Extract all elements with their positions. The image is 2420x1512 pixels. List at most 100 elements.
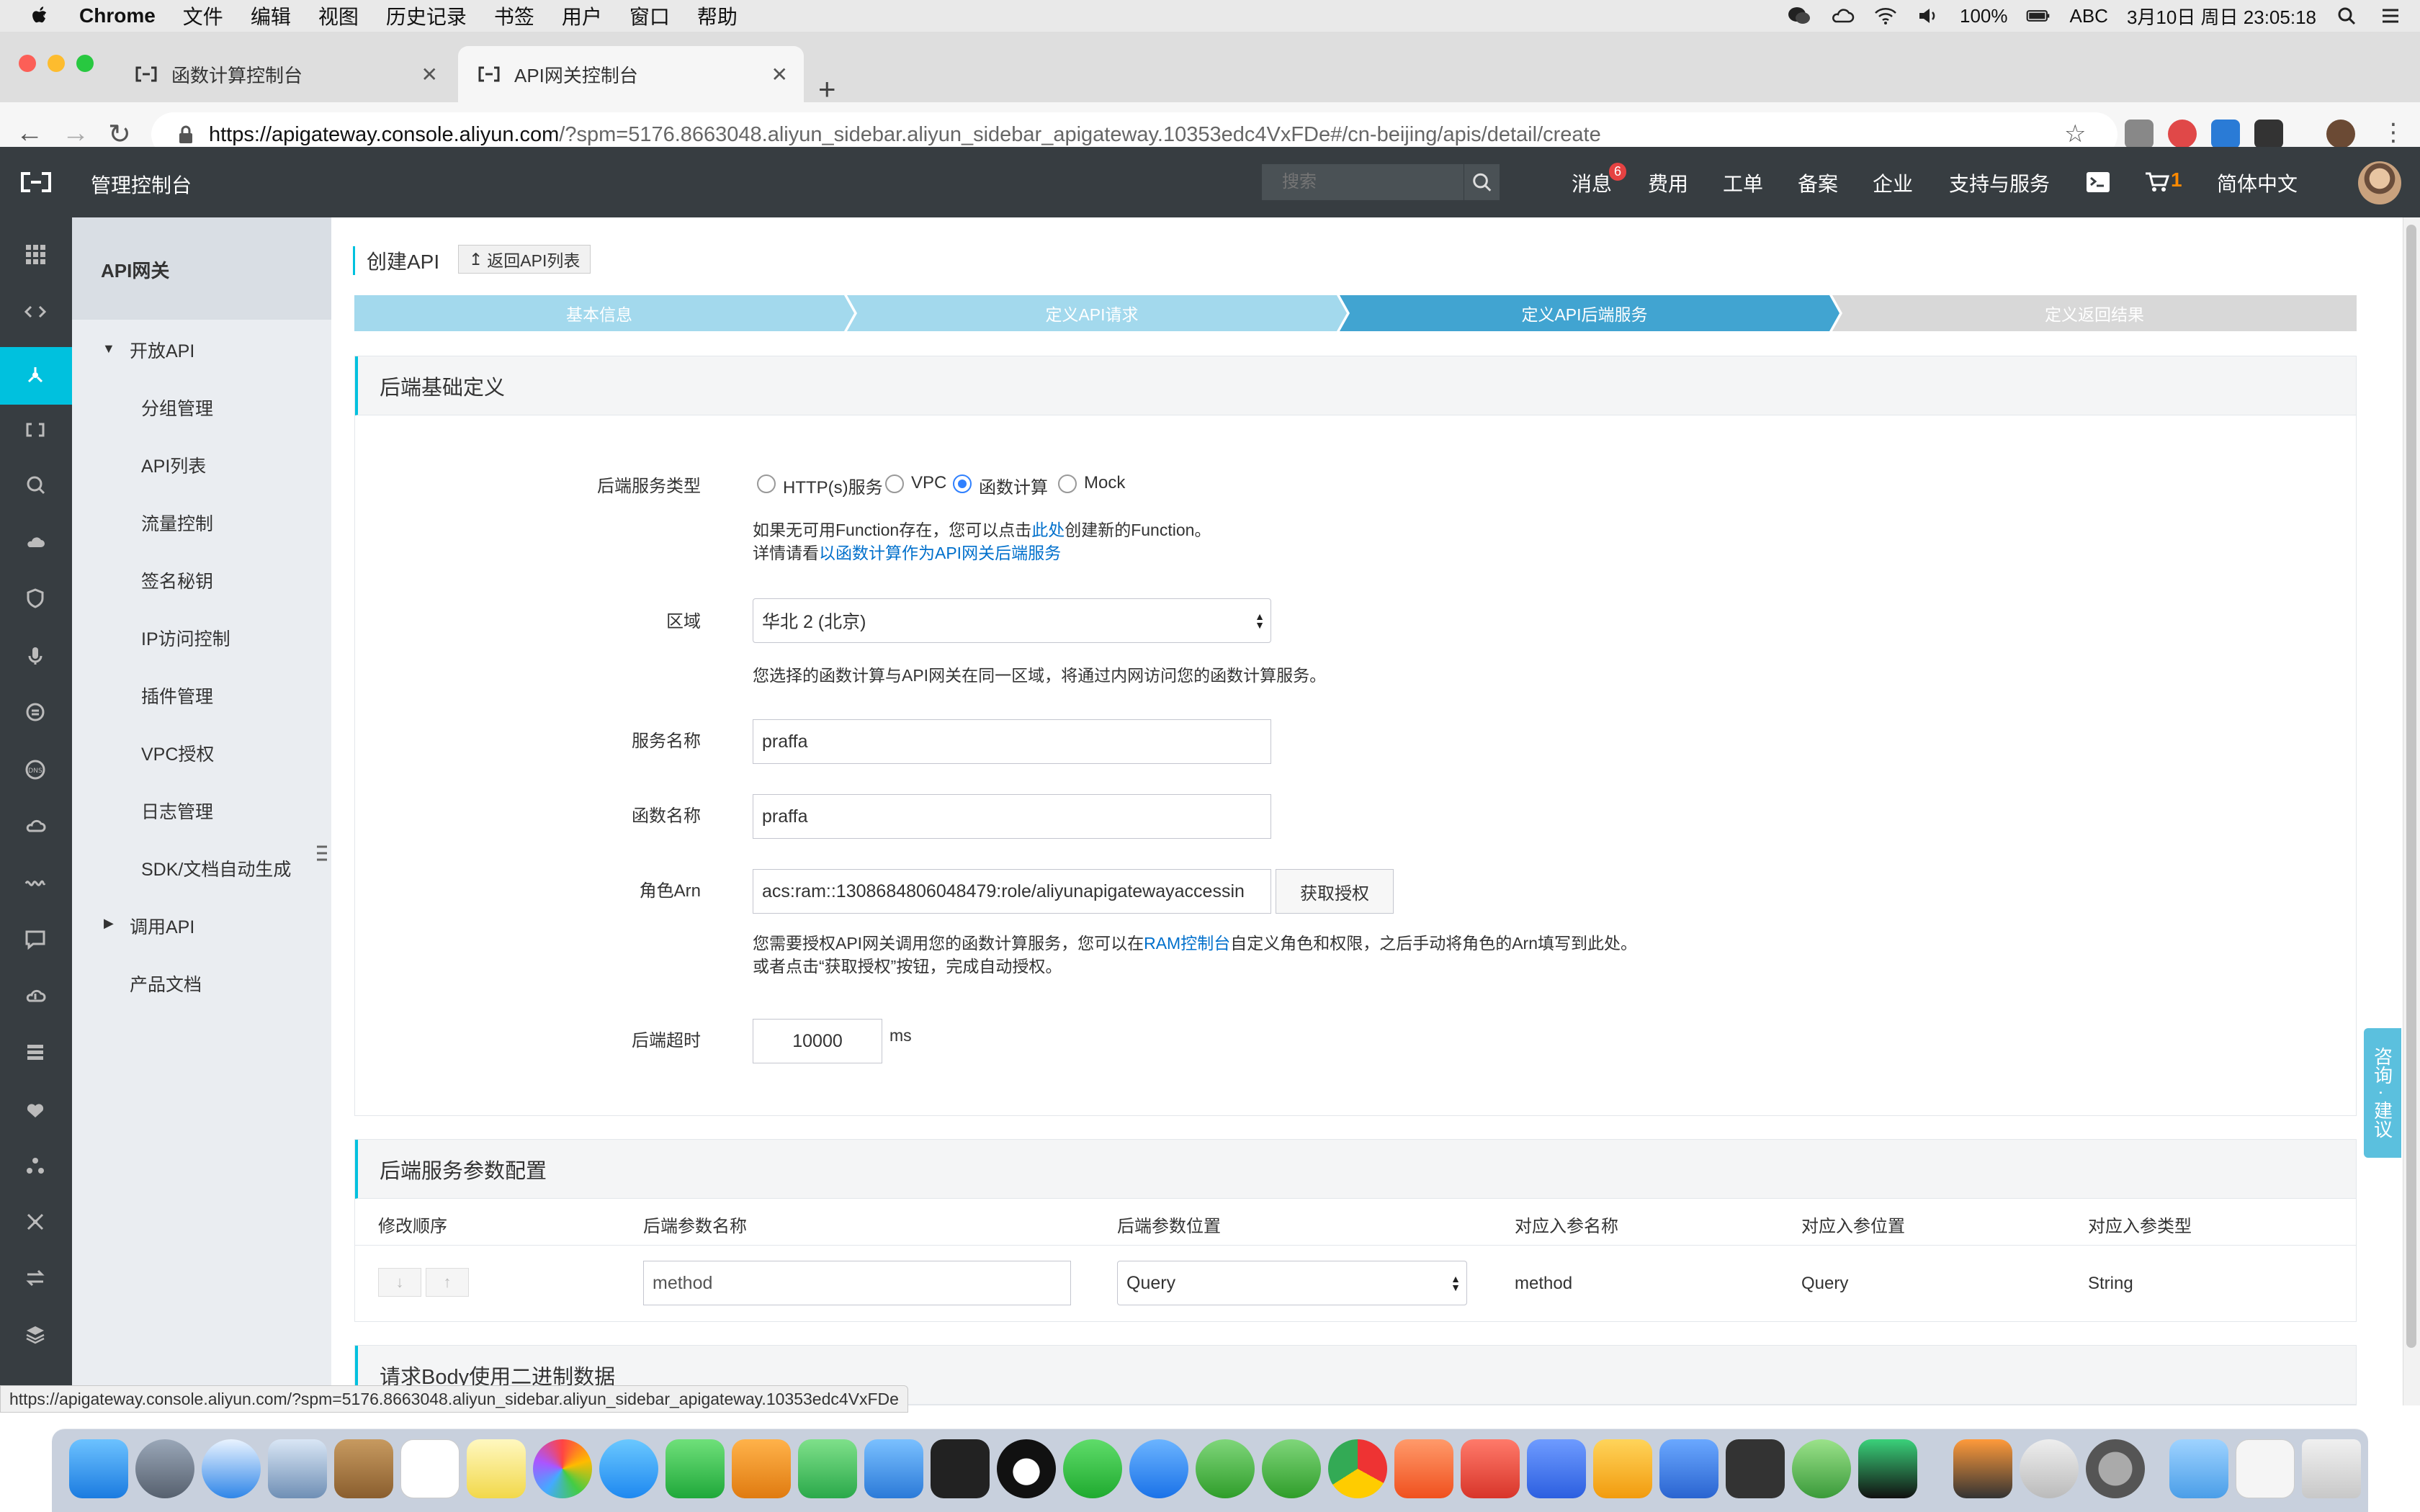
message-icon[interactable] [24,929,46,950]
sidebar-item-sdk[interactable]: SDK/文档自动生成 [141,855,291,881]
sidebar-item-plugins[interactable]: 插件管理 [141,683,213,708]
record-icon[interactable] [24,701,46,723]
radio-mock[interactable] [1058,474,1077,493]
user-avatar[interactable] [2358,161,2401,204]
search-icon[interactable] [1464,164,1500,200]
document-icon[interactable] [2236,1439,2295,1498]
new-tab-button[interactable]: + [818,72,836,107]
window-zoom-button[interactable] [76,55,94,72]
console-icon[interactable] [24,419,46,441]
sidebar-group-call-api[interactable]: 调用API [130,913,194,939]
sidebar-collapse-handle[interactable] [311,824,333,883]
backend-param-position-select[interactable]: Query ▲ ▼ [1117,1261,1467,1305]
backend-param-name-input[interactable]: method [643,1261,1071,1305]
spotlight-icon[interactable] [2335,6,2360,26]
dingtalk-icon[interactable] [1129,1439,1188,1498]
apple-icon[interactable] [27,4,52,28]
scrollbar-thumb[interactable] [2406,225,2416,1348]
feedback-tab[interactable]: 咨询 · 建议 [2364,1028,2401,1158]
contacts-icon[interactable] [334,1439,393,1498]
chrome-icon[interactable] [1328,1439,1387,1498]
back-to-list-button[interactable]: ↥ 返回API列表 [458,245,591,274]
console-title[interactable]: 管理控制台 [91,170,192,199]
cloud-deploy-icon[interactable] [24,985,46,1007]
radio-http-label[interactable]: HTTP(s)服务 [783,473,883,498]
menu-users[interactable]: 用户 [562,1,602,30]
window-minimize-button[interactable] [48,55,65,72]
page-scrollbar[interactable] [2403,217,2420,1405]
close-tab-icon[interactable]: ✕ [421,63,438,86]
launchpad-icon[interactable] [135,1439,194,1498]
search-service-icon[interactable] [24,474,46,495]
menu-bookmarks[interactable]: 书签 [494,1,534,30]
battery-icon[interactable] [2026,6,2051,26]
sidebar-item-traffic[interactable]: 流量控制 [141,510,213,536]
api-gateway-icon[interactable] [24,364,46,386]
layers-icon[interactable] [24,1323,46,1345]
sublime-icon[interactable] [1953,1439,2012,1498]
wechat-icon[interactable] [1063,1439,1122,1498]
xcode-icon[interactable] [1659,1439,1718,1498]
sidebar-item-api-list[interactable]: API列表 [141,452,206,478]
cart-icon[interactable] [2145,171,2169,193]
database-icon[interactable] [24,1041,46,1063]
transfer-icon[interactable] [24,1267,46,1289]
radio-vpc-label[interactable]: VPC [911,473,946,493]
header-enterprise[interactable]: 企业 [1873,168,1913,197]
sidebar-item-signature[interactable]: 签名秘钥 [141,567,213,593]
send-extension-icon[interactable] [2211,120,2240,148]
header-messages[interactable]: 消息 [1572,168,1612,197]
clock[interactable]: 3月10日 周日 23:05:18 [2127,3,2316,30]
move-up-button[interactable]: ↑ [426,1268,469,1297]
sketch-icon[interactable] [1593,1439,1652,1498]
wifi-icon[interactable] [1873,6,1898,26]
microphone-icon[interactable] [24,645,46,667]
radio-function-compute-label[interactable]: 函数计算 [979,473,1048,498]
facetime-icon[interactable] [666,1439,725,1498]
notes-icon[interactable] [467,1439,526,1498]
menu-view[interactable]: 视图 [318,1,359,30]
radio-vpc[interactable] [885,474,904,493]
header-support[interactable]: 支持与服务 [1949,168,2050,197]
cloud-tray-icon[interactable] [1830,6,1855,26]
safari-icon[interactable] [202,1439,261,1498]
step-define-request[interactable]: 定义API请求 [847,295,1337,331]
menu-edit[interactable]: 编辑 [251,1,291,30]
sidebar-item-docs[interactable]: 产品文档 [130,971,202,996]
pages-icon[interactable] [732,1439,791,1498]
mail-icon[interactable] [268,1439,327,1498]
script-editor-icon[interactable] [2020,1439,2079,1498]
qq-icon[interactable] [997,1439,1056,1498]
gift-icon[interactable] [24,1099,46,1120]
calendar-icon[interactable] [400,1439,460,1498]
role-arn-input[interactable]: acs:ram::1308684806048479:role/aliyunapi… [753,869,1271,914]
sidebar-item-groups[interactable]: 分组管理 [141,395,213,420]
menu-history[interactable]: 历史记录 [386,1,467,30]
function-name-input[interactable]: praffa [753,794,1271,839]
docs-link[interactable]: 以函数计算作为API网关后端服务 [819,544,1061,562]
dns-icon[interactable]: DNS [24,759,46,780]
volume-icon[interactable] [1917,6,1941,26]
header-tickets[interactable]: 工单 [1723,168,1763,197]
region-select[interactable]: 华北 2 (北京) ▲ ▼ [753,598,1271,643]
gmail-extension-icon[interactable] [2125,120,2154,148]
cloud-upload-icon[interactable] [24,531,46,553]
window-close-button[interactable] [19,55,36,72]
sync-app-icon[interactable] [1196,1439,1255,1498]
android-studio-icon[interactable] [1792,1439,1851,1498]
back-arrow-icon[interactable]: ← [16,118,43,149]
downloads-folder-icon[interactable] [2169,1439,2228,1498]
timeout-input[interactable]: 10000 [753,1019,882,1063]
keynote-icon[interactable] [864,1439,923,1498]
create-function-link[interactable]: 此处 [1031,521,1065,539]
terminal-icon[interactable] [2086,171,2110,193]
code-editor-icon[interactable] [1726,1439,1785,1498]
step-basic-info[interactable]: 基本信息 [354,295,844,331]
messages-icon[interactable] [599,1439,658,1498]
grid-menu-icon[interactable] [24,243,46,265]
wave-icon[interactable] [24,873,46,894]
close-tab-icon[interactable]: ✕ [771,63,788,86]
service-name-input[interactable]: praffa [753,719,1271,764]
notification-center-icon[interactable] [2378,6,2403,26]
caret-right-icon[interactable]: ▶ [104,916,114,931]
